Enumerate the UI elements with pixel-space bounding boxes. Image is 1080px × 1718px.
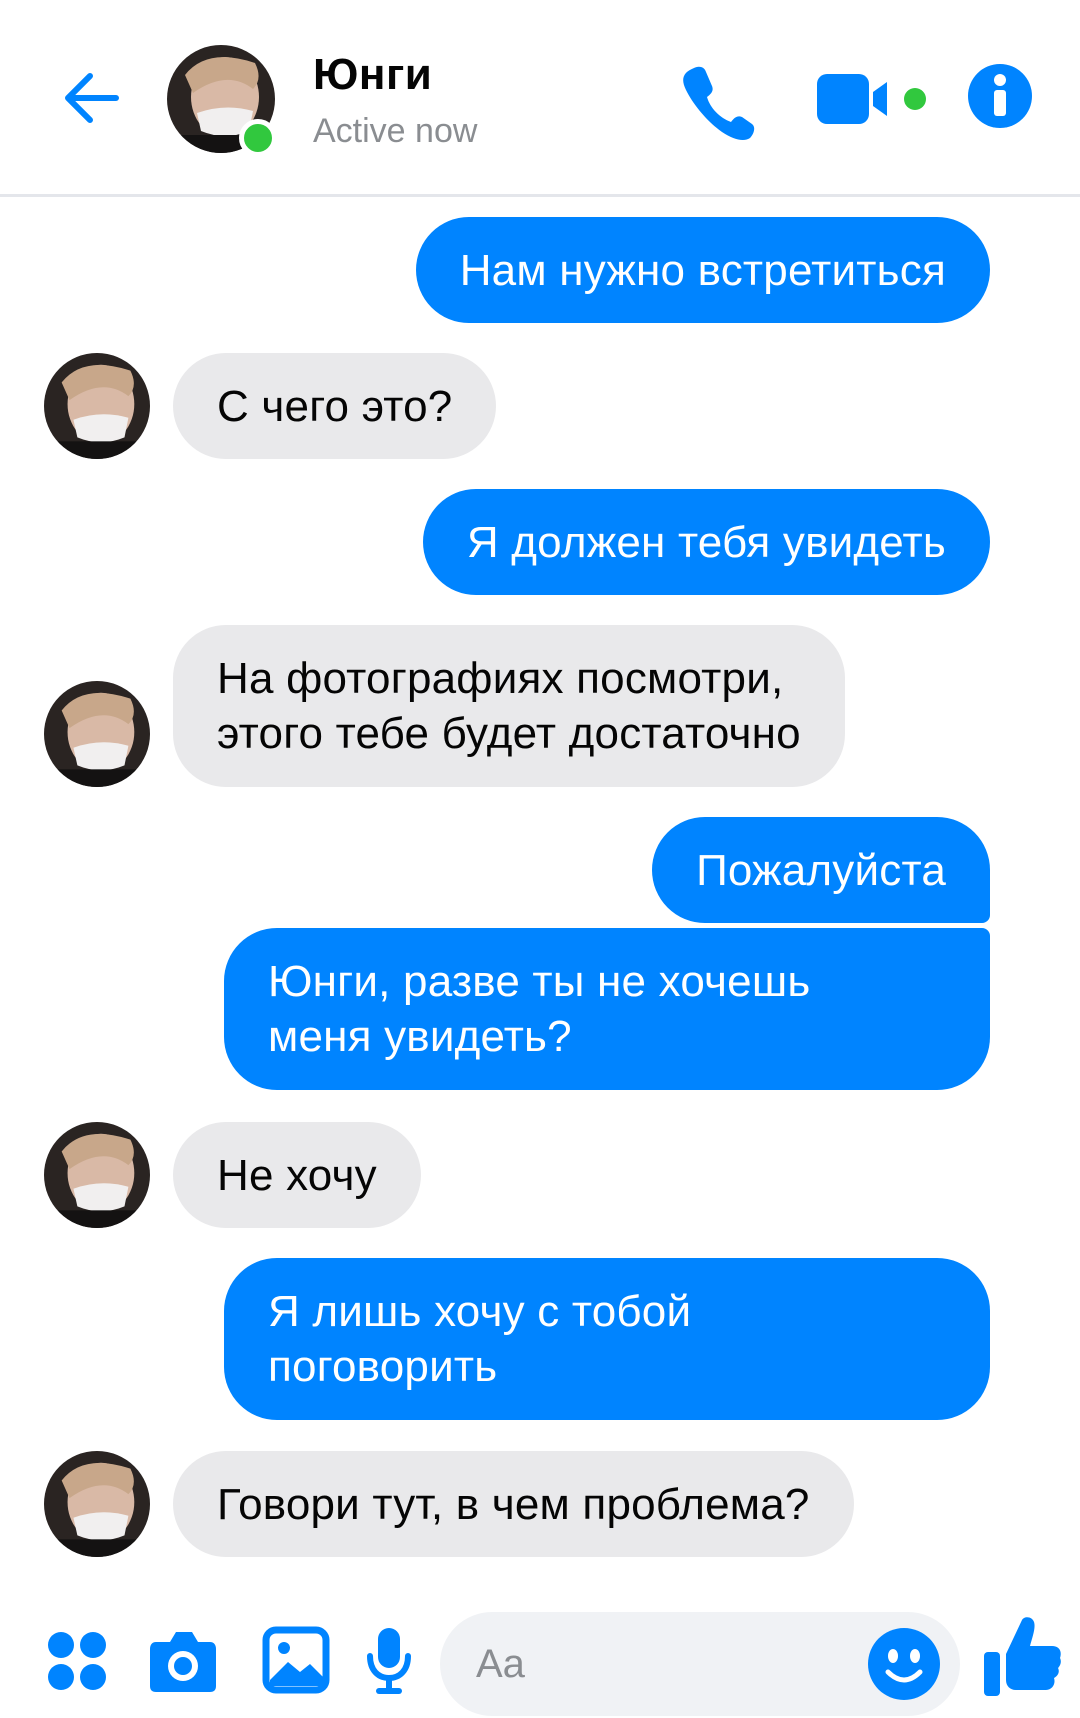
outgoing-message-bubble[interactable]: Юнги, разве ты не хочешь меня увидеть? bbox=[224, 928, 990, 1090]
online-indicator bbox=[239, 119, 277, 157]
message-row: Пожалуйста bbox=[0, 817, 1080, 923]
contact-avatar[interactable] bbox=[167, 45, 277, 157]
message-text-line: На фотографиях посмотри, bbox=[217, 654, 784, 703]
outgoing-message-bubble[interactable]: Я лишь хочу с тобой поговорить bbox=[224, 1258, 990, 1420]
outgoing-message-bubble[interactable]: Нам нужно встретиться bbox=[415, 217, 990, 323]
video-camera-icon[interactable] bbox=[815, 68, 935, 132]
incoming-message-bubble[interactable]: Говори тут, в чем проблема? bbox=[173, 1451, 854, 1557]
camera-icon[interactable] bbox=[148, 1628, 218, 1694]
message-row: Не хочу bbox=[0, 1122, 1080, 1228]
smiley-icon[interactable] bbox=[866, 1626, 942, 1702]
message-composer bbox=[0, 1600, 1080, 1718]
message-row: Я должен тебя увидеть bbox=[0, 489, 1080, 595]
message-text: Не хочу bbox=[217, 1150, 377, 1200]
incoming-message-bubble[interactable]: Не хочу bbox=[173, 1122, 421, 1228]
image-icon[interactable] bbox=[262, 1626, 330, 1694]
message-text: Я должен тебя увидеть bbox=[466, 517, 946, 567]
message-text: Пожалуйста bbox=[696, 845, 946, 895]
incoming-message-bubble[interactable]: С чего это? bbox=[173, 353, 497, 459]
sender-avatar[interactable] bbox=[44, 1451, 150, 1557]
messenger-chat-screen: Юнги Active now Нам нужно встретиться С … bbox=[0, 0, 1080, 1718]
sender-avatar[interactable] bbox=[44, 353, 150, 459]
sender-avatar[interactable] bbox=[44, 681, 150, 787]
four-dots-menu-icon[interactable] bbox=[46, 1630, 108, 1692]
microphone-icon[interactable] bbox=[366, 1626, 412, 1698]
message-text-line: Я лишь хочу с тобой bbox=[268, 1287, 692, 1336]
message-row: Нам нужно встретиться bbox=[0, 217, 1080, 323]
message-row: Говори тут, в чем проблема? bbox=[0, 1451, 1080, 1557]
outgoing-message-bubble[interactable]: Пожалуйста bbox=[652, 817, 990, 923]
message-row: С чего это? bbox=[0, 353, 1080, 459]
arrow-left-icon[interactable] bbox=[58, 62, 130, 134]
message-row: Юнги, разве ты не хочешь меня увидеть? bbox=[0, 928, 1080, 1090]
message-text-line: этого тебе будет достаточно bbox=[217, 709, 801, 758]
message-text-line: меня увидеть? bbox=[268, 1012, 572, 1061]
incoming-message-bubble[interactable]: На фотографиях посмотри, этого тебе буде… bbox=[173, 625, 845, 787]
info-icon[interactable] bbox=[966, 62, 1034, 130]
outgoing-message-bubble[interactable]: Я должен тебя увидеть bbox=[422, 489, 990, 595]
contact-name: Юнги bbox=[313, 50, 433, 99]
contact-status: Active now bbox=[313, 112, 478, 150]
message-text-line: Юнги, разве ты не хочешь bbox=[268, 957, 811, 1006]
message-text: Говори тут, в чем проблема? bbox=[217, 1479, 810, 1529]
message-row: Я лишь хочу с тобой поговорить bbox=[0, 1258, 1080, 1420]
message-row: На фотографиях посмотри, этого тебе буде… bbox=[0, 625, 1080, 787]
phone-icon[interactable] bbox=[676, 62, 756, 142]
sender-avatar[interactable] bbox=[44, 1122, 150, 1228]
chat-header: Юнги Active now bbox=[0, 0, 1080, 197]
thumbs-up-icon[interactable] bbox=[982, 1614, 1064, 1700]
message-text: Нам нужно встретиться bbox=[459, 245, 946, 295]
message-text: С чего это? bbox=[217, 381, 453, 431]
message-text-line: поговорить bbox=[268, 1342, 498, 1391]
